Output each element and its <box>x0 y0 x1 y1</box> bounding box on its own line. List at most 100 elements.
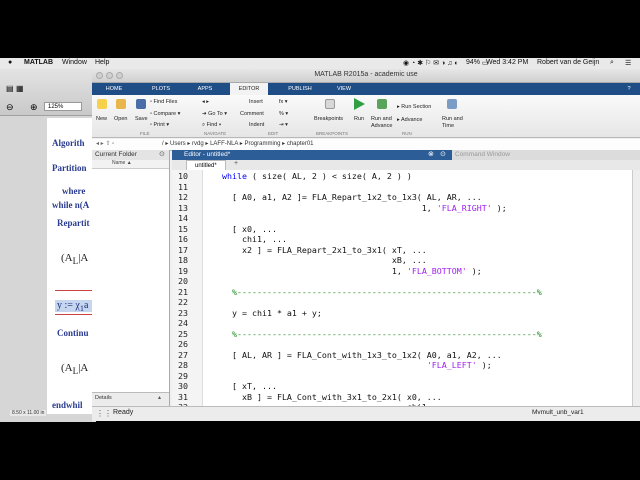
line-number: 25 <box>178 328 188 339</box>
sidebar-icon[interactable]: ▤ <box>6 84 14 93</box>
code-line[interactable]: [ AL, AR ] = FLA_Cont_with_1x3_to_1x2( A… <box>222 350 502 360</box>
folder-icon <box>116 99 126 109</box>
menu-window[interactable]: Window <box>62 59 87 66</box>
tab-plots[interactable]: PLOTS <box>144 83 178 95</box>
breadcrumb-item[interactable]: LAFF-NLA <box>210 141 238 147</box>
group-run: RUN <box>402 131 412 136</box>
line-number: 26 <box>178 339 188 349</box>
clock[interactable]: Wed 3:42 PM <box>486 59 528 66</box>
vertical-scrollbar[interactable] <box>632 170 640 406</box>
breadcrumb-item[interactable]: Programming <box>244 141 280 147</box>
open-button[interactable]: Open <box>114 116 127 122</box>
pdf-text: where <box>62 186 86 196</box>
fx-icon[interactable]: fx ▾ <box>279 99 288 105</box>
code-line[interactable]: [ A0, a1, A2 ]= FLA_Repart_1x2_to_1x3( A… <box>222 192 482 202</box>
tab-view[interactable]: VIEW <box>328 83 360 95</box>
code-token: 'FLA_LEFT' <box>426 360 477 370</box>
status-menu-icon[interactable]: ⋮⋮ <box>96 409 112 418</box>
close-icon[interactable]: ⊗ <box>428 150 434 158</box>
add-tab-icon[interactable]: + <box>234 160 238 167</box>
find-files-button[interactable]: ▫ Find Files <box>150 99 177 105</box>
comment-icons[interactable]: % ▾ <box>279 111 288 117</box>
menu-help[interactable]: Help <box>95 59 109 66</box>
list-icon[interactable]: ☰ <box>625 59 631 67</box>
code-line[interactable]: x2 ] = FLA_Repart_2x1_to_3x1( xT, ... <box>222 245 427 255</box>
breadcrumb-item[interactable]: Users <box>170 141 186 147</box>
indent-icons[interactable]: ⇥ ▾ <box>279 122 288 128</box>
code-token: y = chi1 * a1 + y; <box>222 307 322 318</box>
group-breakpoints: BREAKPOINTS <box>316 131 349 136</box>
zoom-in-icon[interactable]: ⊕ <box>30 102 38 113</box>
zoom-out-icon[interactable]: ⊖ <box>6 102 14 113</box>
code-token: [ A0, a1, A2 ]= FLA_Repart_1x2_to_1x3( A… <box>222 192 482 202</box>
compare-button[interactable]: ▫ Compare ▾ <box>150 111 180 117</box>
insert-button[interactable]: Insert <box>249 99 263 105</box>
code-line[interactable]: chi1, ... <box>222 234 287 244</box>
chevron-up-icon[interactable]: ▴ <box>158 394 161 401</box>
run-time-button[interactable]: Run and Time <box>442 116 463 130</box>
breadcrumb-item[interactable]: rvdg <box>192 141 204 147</box>
code-line[interactable]: 1, 'FLA_RIGHT' ); <box>222 203 507 213</box>
run-section-label: Run Section <box>401 104 432 110</box>
save-icon <box>136 99 146 109</box>
mac-menubar: ● MATLAB Window Help ◉ ◔ ✱ ⚐ ✉ ◑ ♫ ◐ 94%… <box>0 58 640 69</box>
run-button[interactable]: Run <box>354 116 364 122</box>
code-line[interactable]: while ( size( AL, 2 ) < size( A, 2 ) ) <box>222 171 412 181</box>
code-line[interactable]: %---------------------------------------… <box>222 287 542 297</box>
breadcrumb-item[interactable]: chapter01 <box>287 141 314 147</box>
code-line[interactable]: [ xT, ... <box>222 381 277 391</box>
current-folder-column: Name ▲ <box>92 160 169 169</box>
name-column-header[interactable]: Name ▲ <box>112 160 132 166</box>
line-number: 13 <box>178 202 188 213</box>
breakpoints-button[interactable]: Breakpoints <box>314 116 343 122</box>
nav-arrows-icon[interactable]: ◂ ▸ ⇧ ▫ <box>96 140 114 147</box>
code-line[interactable]: xB, ... <box>222 255 427 265</box>
details-panel: Details ▴ <box>92 392 169 407</box>
tab-home[interactable]: HOME <box>96 83 132 95</box>
group-file: FILE <box>140 131 150 136</box>
goto-label: Go To <box>208 111 223 117</box>
pdf-page-size: 8.50 x 11.00 in <box>10 410 47 416</box>
view-icon[interactable]: ▦ <box>16 84 24 93</box>
battery-percent: 94% <box>466 59 481 66</box>
pdf-text: endwhil <box>52 400 83 410</box>
code-token: xB, ... <box>222 255 427 265</box>
help-icon[interactable]: ? <box>622 83 636 95</box>
new-button[interactable]: New <box>96 116 107 122</box>
zoom-field[interactable]: 125% <box>44 102 82 111</box>
breadcrumb: / ▸ Users ▸ rvdg ▸ LAFF-NLA ▸ Programmin… <box>162 141 314 147</box>
pdf-text: Algorith <box>52 138 85 148</box>
code-line[interactable]: 1, 'FLA_BOTTOM' ); <box>222 266 482 276</box>
panel-menu-icon[interactable]: ⊙ <box>159 150 165 158</box>
code-line[interactable]: %---------------------------------------… <box>222 329 542 339</box>
line-number: 16 <box>178 234 188 244</box>
tab-apps[interactable]: APPS <box>188 83 222 95</box>
apple-icon[interactable]: ● <box>8 59 12 66</box>
search-icon[interactable]: ⌕ <box>610 59 614 67</box>
pdf-rule <box>55 314 96 315</box>
code-line[interactable]: 'FLA_LEFT' ); <box>222 360 492 370</box>
navigate-icons[interactable]: ◂ ▸ <box>202 99 209 105</box>
pdf-text: while n(A <box>52 200 90 210</box>
run-advance-button[interactable]: Run and Advance <box>371 116 392 130</box>
panel-menu-icon[interactable]: ⊙ <box>440 150 446 158</box>
print-button[interactable]: ▫ Print ▾ <box>150 122 169 128</box>
tab-publish[interactable]: PUBLISH <box>282 83 318 95</box>
code-line[interactable]: [ x0, ... <box>222 224 277 234</box>
run-section-button[interactable]: ▸ Run Section <box>397 104 431 110</box>
advance-button[interactable]: ▸ Advance <box>397 117 422 123</box>
comment-button[interactable]: Comment <box>240 111 264 117</box>
find-button[interactable]: ⌕ Find ▾ <box>202 122 221 129</box>
indent-button[interactable]: Indent <box>249 122 264 128</box>
menubar-app-name[interactable]: MATLAB <box>24 59 53 66</box>
code-token: while <box>222 171 247 181</box>
line-number: 22 <box>178 297 188 307</box>
code-token: x2 ] = FLA_Repart_2x1_to_3x1( xT, ... <box>222 244 427 255</box>
user-name[interactable]: Robert van de Geijn <box>537 59 599 66</box>
goto-button[interactable]: ➔ Go To ▾ <box>202 111 227 117</box>
code-line[interactable]: xB ] = FLA_Cont_with_3x1_to_2x1( x0, ... <box>222 392 442 402</box>
save-button[interactable]: Save <box>135 116 148 122</box>
code-line[interactable]: y = chi1 * a1 + y; <box>222 308 322 318</box>
find-label: Find <box>206 122 218 128</box>
tab-editor[interactable]: EDITOR <box>230 83 268 95</box>
